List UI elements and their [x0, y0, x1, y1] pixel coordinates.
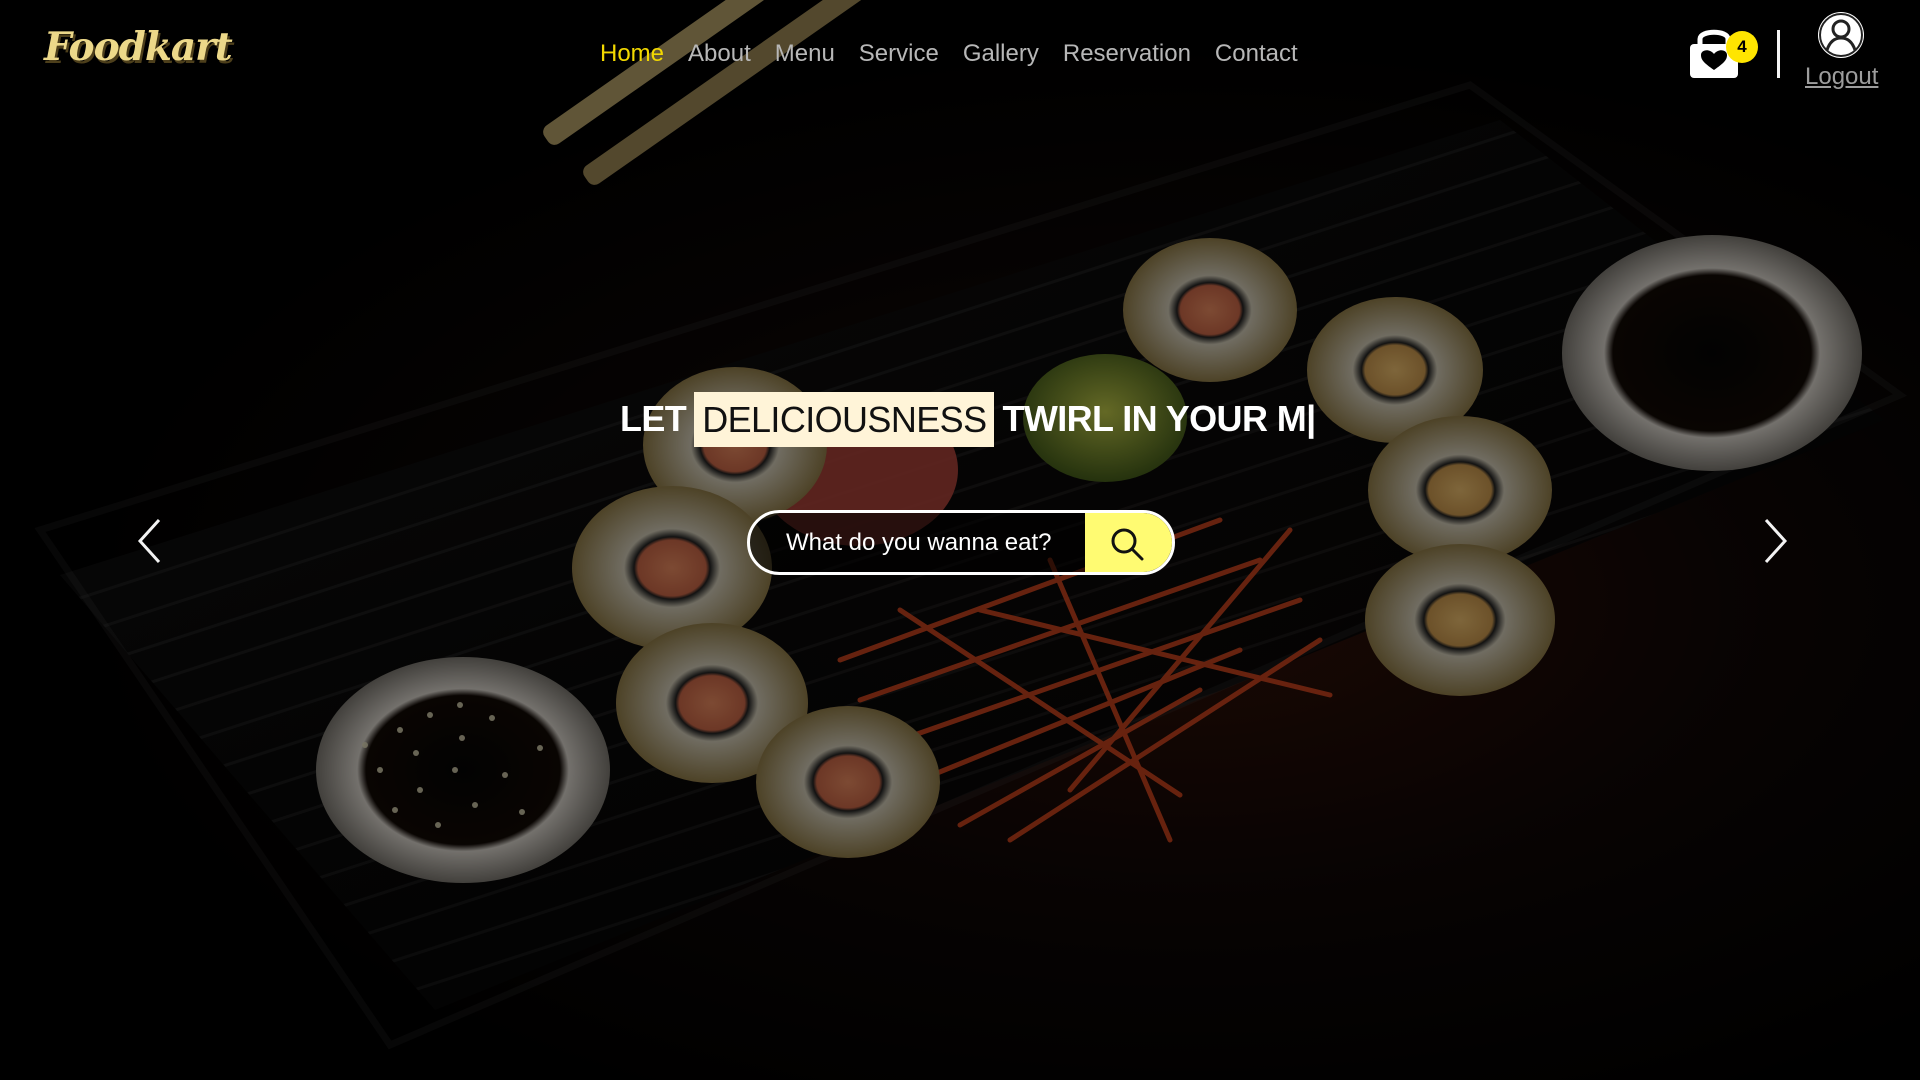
food-search-form — [747, 510, 1175, 575]
nav-link-home[interactable]: Home — [600, 38, 664, 70]
nav-link-reservation[interactable]: Reservation — [1063, 38, 1191, 70]
nav-link-contact[interactable]: Contact — [1215, 38, 1298, 70]
search-input[interactable] — [750, 513, 1085, 572]
user-avatar-icon[interactable] — [1818, 12, 1864, 58]
navbar-divider — [1777, 30, 1780, 78]
nav-link-about[interactable]: About — [688, 38, 751, 70]
profile-menu: Logout — [1805, 12, 1879, 97]
chevron-right-icon — [1764, 518, 1788, 564]
headline-end: TWIRL IN YOUR M| — [1002, 398, 1316, 439]
hero-headline: LET DELICIOUSNESS TWIRL IN YOUR M| — [620, 390, 1340, 448]
headline-start: LET — [620, 398, 687, 439]
carousel-next-button[interactable] — [1753, 513, 1797, 569]
hero-section: Foodkart Home About Menu Service Gallery… — [0, 0, 1920, 1080]
cart-count-badge: 4 — [1726, 31, 1758, 63]
headline-highlight: DELICIOUSNESS — [694, 391, 995, 447]
logout-link[interactable]: Logout — [1805, 62, 1878, 92]
search-button[interactable] — [1085, 513, 1172, 572]
nav-link-service[interactable]: Service — [859, 38, 939, 70]
carousel-previous-button[interactable] — [128, 513, 172, 569]
cart-button[interactable]: 4 — [1686, 26, 1758, 86]
chevron-left-icon — [137, 518, 161, 564]
top-navigation: Foodkart Home About Menu Service Gallery… — [0, 0, 1920, 112]
nav-link-menu[interactable]: Menu — [775, 38, 835, 70]
search-icon — [1111, 528, 1144, 561]
nav-link-gallery[interactable]: Gallery — [963, 38, 1039, 70]
foodkart-logo: Foodkart — [44, 24, 233, 70]
main-navigation: Home About Menu Service Gallery Reservat… — [600, 38, 1298, 70]
